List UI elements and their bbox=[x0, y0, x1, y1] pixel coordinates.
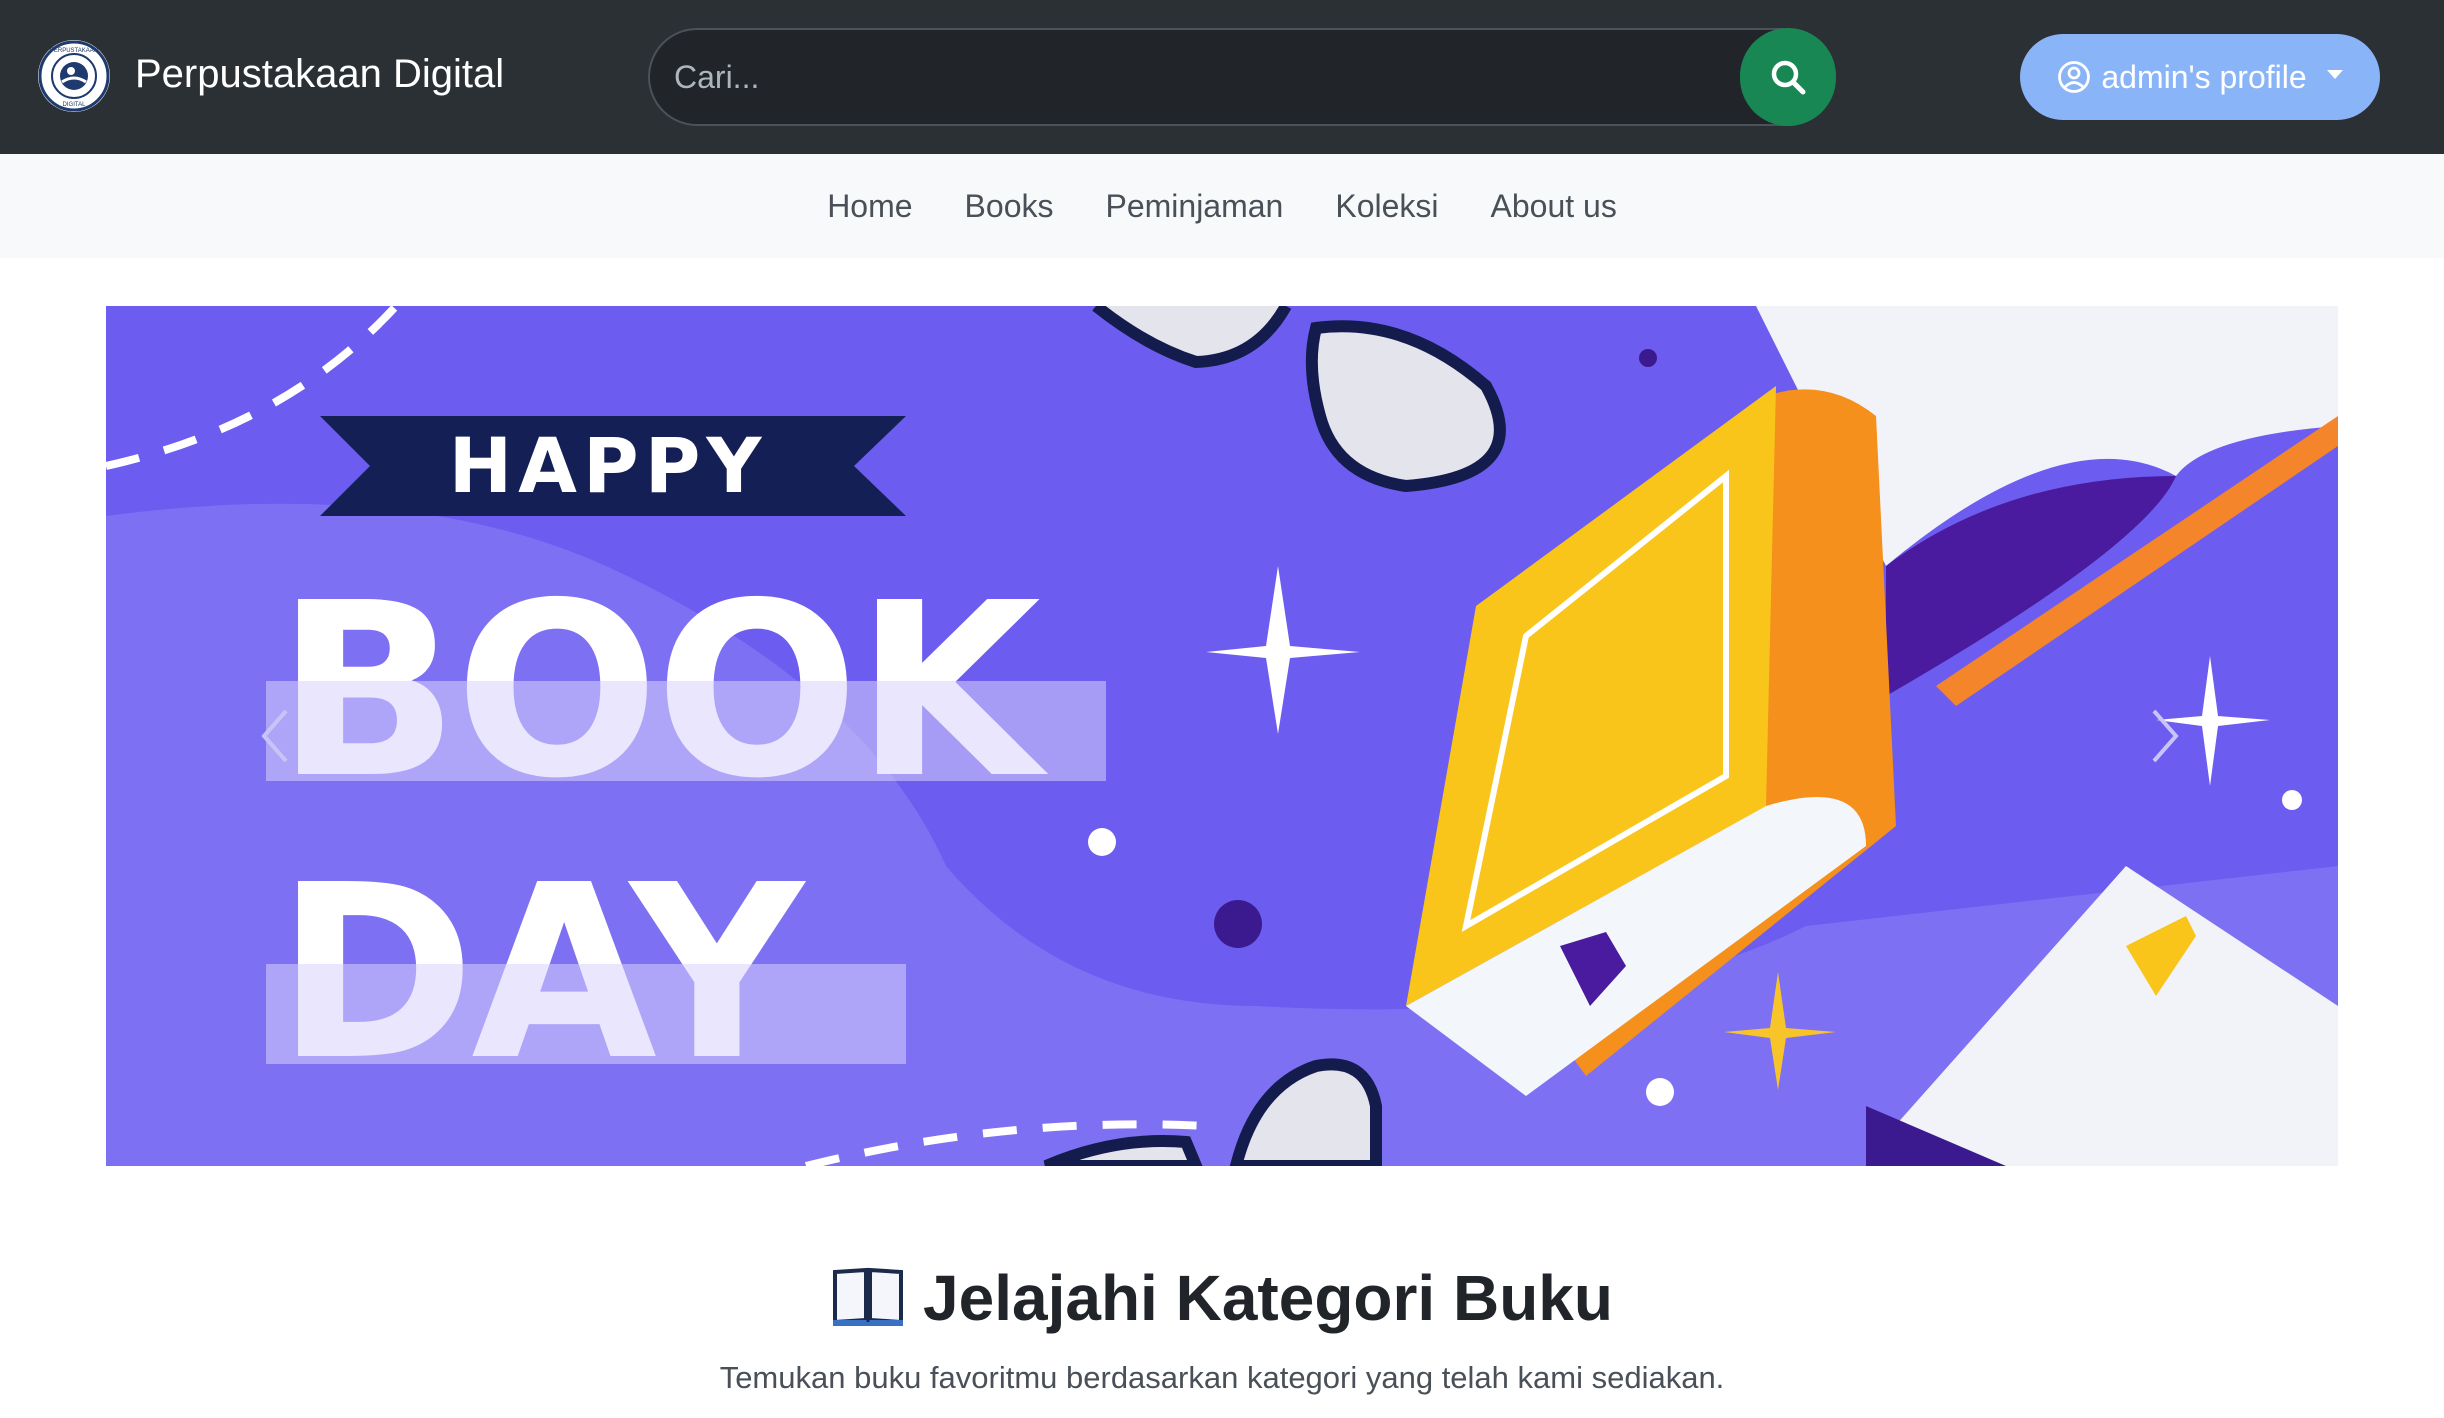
nav-item-books[interactable]: Books bbox=[965, 188, 1054, 225]
open-book-icon bbox=[833, 1267, 904, 1326]
nav-item-about-us[interactable]: About us bbox=[1491, 188, 1617, 225]
chevron-right-icon bbox=[2152, 709, 2179, 763]
logo-icon[interactable]: PERPUSTAKAAN DIGITAL bbox=[38, 40, 110, 112]
search-input[interactable] bbox=[648, 28, 1832, 126]
search-icon bbox=[1771, 60, 1806, 95]
chevron-left-icon bbox=[261, 709, 288, 763]
banner-happy-text: HAPPY bbox=[449, 421, 768, 510]
category-section-title: Jelajahi Kategori Buku bbox=[0, 1258, 2444, 1338]
book-day-banner: HAPPY BOOK DAY bbox=[106, 306, 2338, 1166]
nav-item-home[interactable]: Home bbox=[827, 188, 912, 225]
profile-label: admin's profile bbox=[2101, 58, 2307, 95]
category-section-subtitle: Temukan buku favoritmu berdasarkan kateg… bbox=[719, 1360, 1725, 1395]
category-title-text: Jelajahi Kategori Buku bbox=[923, 1262, 1613, 1334]
search-button[interactable] bbox=[1740, 28, 1836, 126]
top-navbar: PERPUSTAKAAN DIGITAL Perpustakaan Digita… bbox=[0, 0, 2444, 154]
carousel-next-button[interactable] bbox=[2078, 306, 2338, 1166]
profile-dropdown-button[interactable]: admin's profile bbox=[2020, 34, 2380, 120]
caret-down-icon bbox=[2326, 69, 2343, 79]
user-circle-icon bbox=[2058, 61, 2091, 93]
nav-item-koleksi[interactable]: Koleksi bbox=[1335, 188, 1438, 225]
main-nav: Home Books Peminjaman Koleksi About us bbox=[0, 154, 2444, 258]
banner-carousel: HAPPY BOOK DAY bbox=[106, 306, 2338, 1166]
logo-text-top: PERPUSTAKAAN bbox=[50, 48, 98, 54]
logo-text-bottom: DIGITAL bbox=[63, 102, 87, 108]
nav-item-peminjaman[interactable]: Peminjaman bbox=[1105, 188, 1283, 225]
brand-title[interactable]: Perpustakaan Digital bbox=[135, 50, 504, 98]
carousel-prev-button[interactable] bbox=[106, 306, 366, 1166]
